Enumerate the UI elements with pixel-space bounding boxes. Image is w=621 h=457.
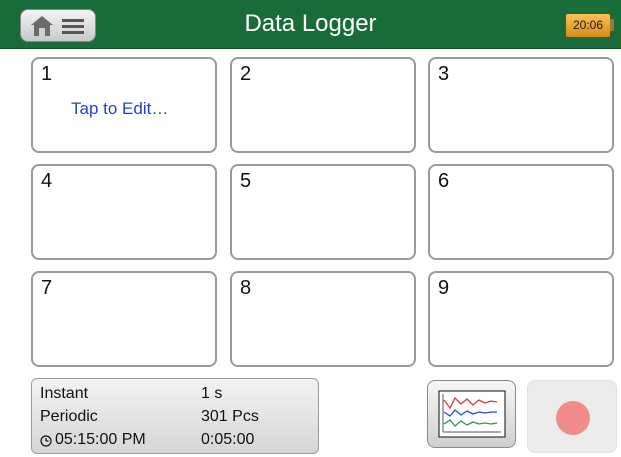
- channel-number: 4: [41, 170, 53, 192]
- channel-3-tile[interactable]: 3: [428, 57, 614, 153]
- channel-number: 3: [438, 63, 450, 85]
- channel-number: 5: [240, 170, 252, 192]
- channel-5-tile[interactable]: 5: [230, 164, 416, 260]
- record-icon: [556, 401, 590, 435]
- channel-9-tile[interactable]: 9: [428, 271, 614, 367]
- channel-number: 6: [438, 170, 450, 192]
- logging-settings-panel[interactable]: Instant 1 s Periodic 301 Pcs 05:15:00 PM…: [31, 378, 319, 454]
- channel-number: 7: [41, 277, 53, 299]
- channel-number: 9: [438, 277, 450, 299]
- trigger-label: Instant: [40, 385, 89, 402]
- page-title: Data Logger: [244, 10, 377, 37]
- mode-label: Periodic: [40, 408, 98, 425]
- clock-icon: [40, 435, 52, 447]
- start-time-value: 05:15:00 PM: [55, 431, 146, 448]
- interval-value: 1 s: [201, 385, 223, 402]
- battery-clock-indicator: 20:06: [565, 13, 611, 38]
- channel-8-tile[interactable]: 8: [230, 271, 416, 367]
- count-value: 301 Pcs: [201, 408, 259, 425]
- channel-6-tile[interactable]: 6: [428, 164, 614, 260]
- channel-4-tile[interactable]: 4: [31, 164, 217, 260]
- channel-number: 1: [41, 63, 53, 85]
- channel-1-tile[interactable]: 1 Tap to Edit…: [31, 57, 217, 153]
- tap-to-edit-hint: Tap to Edit…: [71, 99, 169, 118]
- graph-view-button[interactable]: [427, 380, 516, 448]
- channel-7-tile[interactable]: 7: [31, 271, 217, 367]
- channel-number: 8: [240, 277, 252, 299]
- title-bar: Data Logger 20:06: [0, 0, 621, 49]
- channel-2-tile[interactable]: 2: [230, 57, 416, 153]
- channel-number: 2: [240, 63, 252, 85]
- duration-value: 0:05:00: [201, 431, 255, 448]
- battery-tip-icon: [610, 19, 614, 31]
- graph-icon: [438, 390, 506, 438]
- record-button[interactable]: [527, 380, 617, 453]
